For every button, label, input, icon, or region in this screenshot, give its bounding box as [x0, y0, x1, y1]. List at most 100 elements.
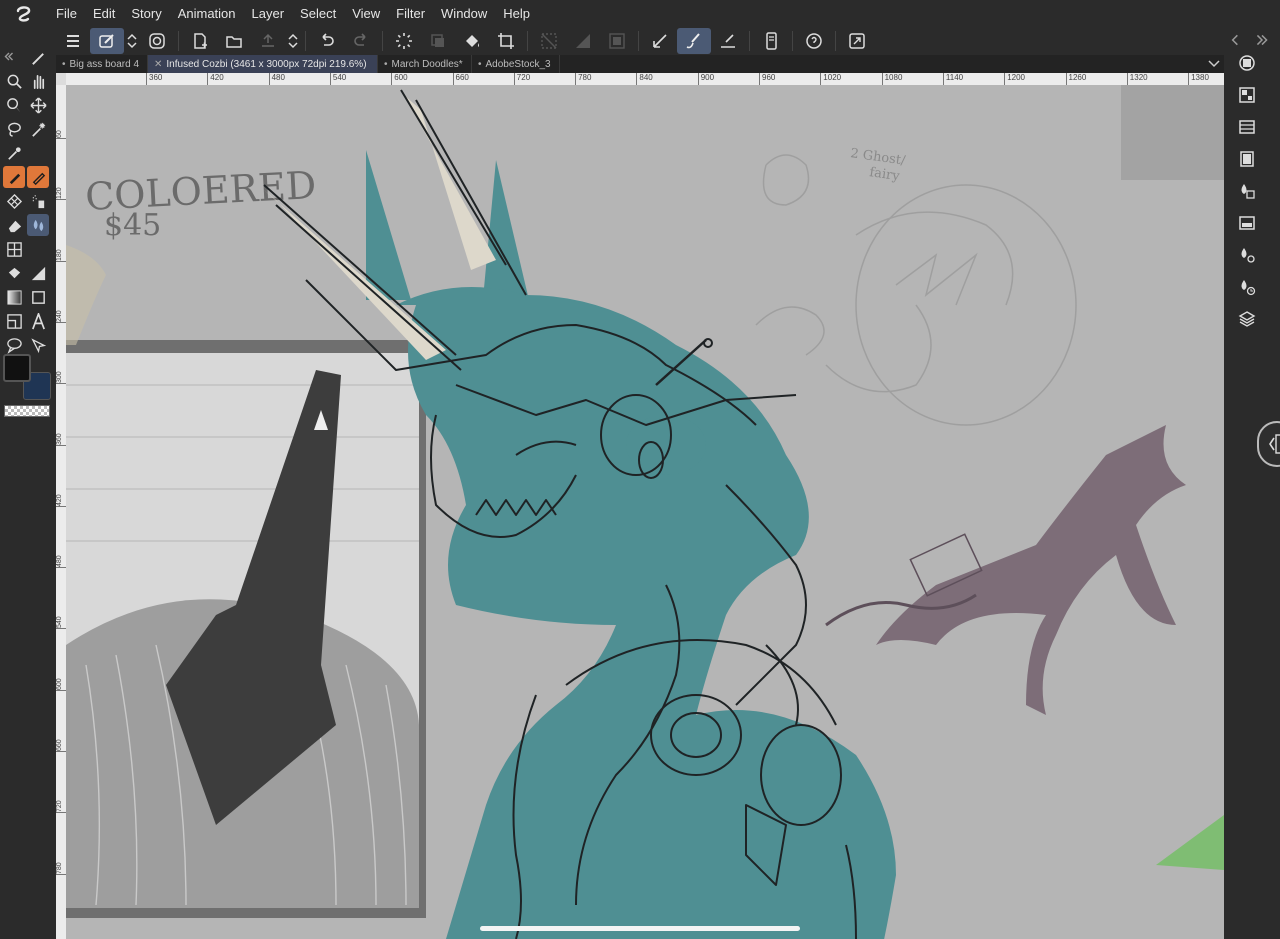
- clear-outside-icon[interactable]: [532, 28, 566, 54]
- eyedropper-icon[interactable]: [3, 142, 25, 164]
- tab-unsaved-dot: •: [478, 58, 482, 70]
- color-history-icon[interactable]: [1236, 276, 1258, 298]
- tab-list-chevron-down-icon[interactable]: [1204, 55, 1224, 73]
- document-tab-bar: • Big ass board 4 ✕ Infused Cozbi (3461 …: [56, 55, 1224, 73]
- airbrush-icon[interactable]: [27, 190, 49, 212]
- menu-layer[interactable]: Layer: [244, 0, 293, 27]
- collapse-chevron-icon[interactable]: [2, 45, 16, 67]
- edit-mode-icon[interactable]: [90, 28, 124, 54]
- menu-edit[interactable]: Edit: [85, 0, 123, 27]
- tab-infused-cozbi[interactable]: ✕ Infused Cozbi (3461 x 3000px 72dpi 219…: [148, 55, 378, 73]
- color-settings-icon[interactable]: [1236, 244, 1258, 266]
- move-icon[interactable]: [27, 94, 49, 116]
- updown-icon[interactable]: [285, 28, 301, 54]
- pattern-brush-icon[interactable]: [3, 190, 25, 212]
- eraser-icon[interactable]: [3, 214, 25, 236]
- transparent-color-swatch[interactable]: [4, 405, 50, 417]
- tab-adobestock[interactable]: • AdobeStock_3: [472, 55, 560, 73]
- spiral-icon[interactable]: [140, 28, 174, 54]
- close-icon[interactable]: ✕: [154, 59, 162, 70]
- figure-icon[interactable]: [27, 286, 49, 308]
- invert-icon[interactable]: [600, 28, 634, 54]
- material-icon[interactable]: [1236, 148, 1258, 170]
- menu-filter[interactable]: Filter: [388, 0, 433, 27]
- ruler-tick-label: 180: [56, 237, 66, 262]
- balloon-icon[interactable]: [3, 334, 25, 356]
- canvas-artwork: COLOERED $45 2 Ghost/ fairy: [66, 85, 1224, 939]
- spinner-icon[interactable]: [387, 28, 421, 54]
- operation-icon[interactable]: [3, 94, 25, 116]
- crop-icon[interactable]: [489, 28, 523, 54]
- gradient-fill-icon[interactable]: [3, 286, 25, 308]
- layers-icon[interactable]: [1236, 308, 1258, 330]
- ruler-tick-label: 720: [513, 73, 530, 85]
- transform-icon[interactable]: [421, 28, 455, 54]
- ruler-tool-icon[interactable]: [3, 310, 25, 332]
- updown-icon[interactable]: [124, 28, 140, 54]
- sub-view-icon[interactable]: [1236, 84, 1258, 106]
- collapse-left-chevron-icon[interactable]: [1228, 29, 1242, 51]
- layer-property-icon[interactable]: [1236, 212, 1258, 234]
- navigator-icon[interactable]: [1236, 52, 1258, 74]
- redo-icon[interactable]: [344, 28, 378, 54]
- ruler-corner: [56, 73, 66, 85]
- brush-snap-icon[interactable]: [677, 28, 711, 54]
- undo-icon[interactable]: [310, 28, 344, 54]
- collapse-right-chevron-icon[interactable]: [1254, 29, 1270, 51]
- fill-tool-icon[interactable]: [3, 262, 25, 284]
- new-doc-icon[interactable]: [183, 28, 217, 54]
- menu-help[interactable]: Help: [495, 0, 538, 27]
- tab-label: Infused Cozbi (3461 x 3000px 72dpi 219.6…: [166, 58, 367, 70]
- menu-file[interactable]: File: [48, 0, 85, 27]
- correct-line-icon[interactable]: [27, 334, 49, 356]
- tab-label: Big ass board 4: [69, 58, 140, 70]
- expand-icon[interactable]: [840, 28, 874, 54]
- menu-window[interactable]: Window: [433, 0, 495, 27]
- open-icon[interactable]: [217, 28, 251, 54]
- timeline-icon[interactable]: [1236, 116, 1258, 138]
- tab-big-ass-board[interactable]: • Big ass board 4: [56, 55, 148, 73]
- pencil-tool-icon[interactable]: [27, 166, 49, 188]
- menu-icon[interactable]: [56, 28, 90, 54]
- pen-tool-icon[interactable]: [3, 166, 25, 188]
- separator: [382, 31, 383, 51]
- menu-story[interactable]: Story: [123, 0, 169, 27]
- separator: [638, 31, 639, 51]
- ruler-tick-label: 720: [56, 789, 66, 814]
- pen-subtool-icon[interactable]: [27, 47, 49, 69]
- menu-bar: File Edit Story Animation Layer Select V…: [0, 0, 1280, 27]
- gradient-tool-icon[interactable]: [27, 262, 49, 284]
- green-shape: [1156, 815, 1224, 870]
- magic-wand-icon[interactable]: [27, 118, 49, 140]
- fill-icon[interactable]: [455, 28, 489, 54]
- save-icon[interactable]: [251, 28, 285, 54]
- ruler-snap-icon[interactable]: [643, 28, 677, 54]
- ruler-tick-label: 660: [56, 728, 66, 752]
- home-indicator[interactable]: [480, 926, 800, 931]
- ruler-tick-label: 480: [268, 73, 285, 85]
- main-color-swatch[interactable]: [3, 354, 31, 382]
- text-tool-icon[interactable]: [27, 310, 49, 332]
- ruler-tick-label: 60: [56, 115, 66, 139]
- menu-select[interactable]: Select: [292, 0, 344, 27]
- tab-march-doodles[interactable]: • March Doodles*: [378, 55, 472, 73]
- line-snap-icon[interactable]: [711, 28, 745, 54]
- frame-icon[interactable]: [3, 238, 25, 260]
- hand-icon[interactable]: [27, 70, 49, 92]
- ghost-fairy-sketch: [755, 154, 1077, 426]
- ruler-tick-label: 420: [56, 482, 66, 507]
- ruler-tick-label: 840: [636, 73, 653, 85]
- device-icon[interactable]: [754, 28, 788, 54]
- ruler-tick-label: 360: [146, 73, 162, 85]
- clear-icon[interactable]: [566, 28, 600, 54]
- menu-animation[interactable]: Animation: [170, 0, 244, 27]
- clip-studio-logo-icon[interactable]: [0, 0, 48, 27]
- menu-view[interactable]: View: [344, 0, 388, 27]
- command-bar: [56, 27, 1224, 55]
- color-set-icon[interactable]: [1236, 180, 1258, 202]
- help-icon[interactable]: [797, 28, 831, 54]
- zoom-icon[interactable]: [3, 70, 25, 92]
- blend-icon[interactable]: [27, 214, 49, 236]
- lasso-icon[interactable]: [3, 118, 25, 140]
- drawing-canvas[interactable]: COLOERED $45 2 Ghost/ fairy: [66, 85, 1224, 939]
